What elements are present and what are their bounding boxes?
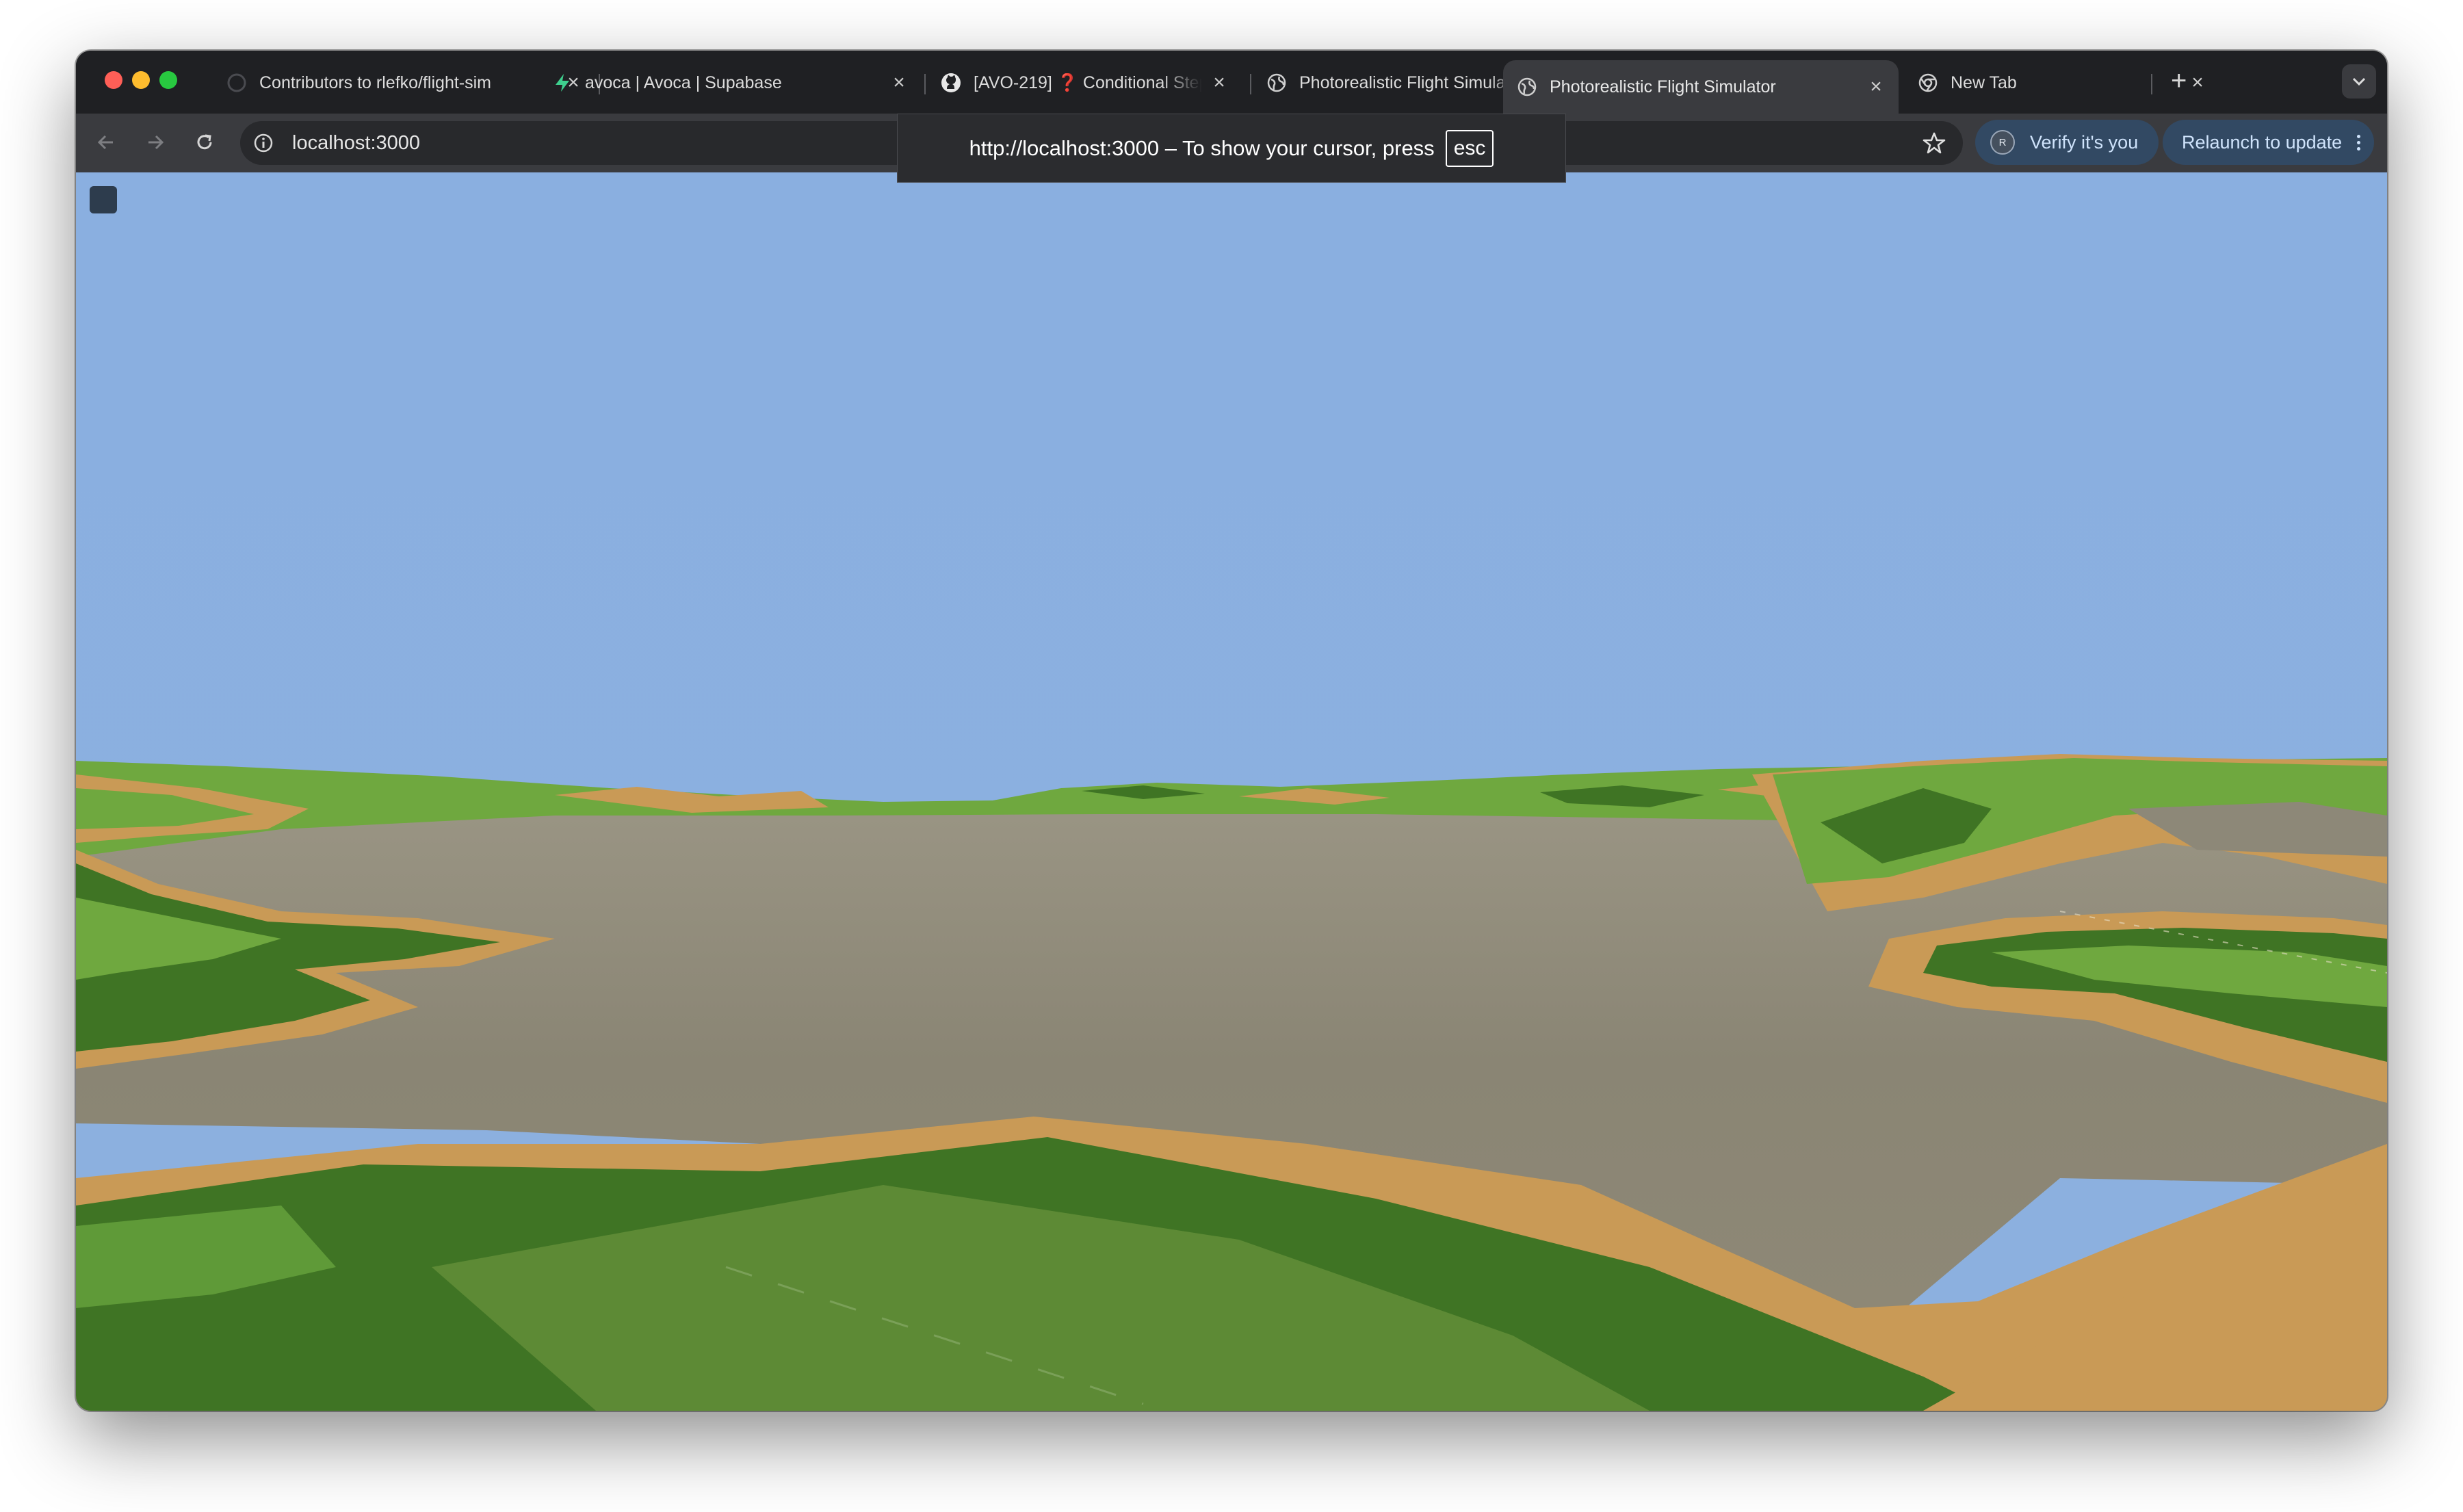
window-close-button[interactable]	[105, 71, 122, 89]
reload-button[interactable]	[190, 127, 220, 157]
globe-icon	[1266, 73, 1287, 93]
verify-label: Verify it's you	[2030, 131, 2139, 153]
tab-flight-sim-active[interactable]: Photorealistic Flight Simulator ×	[1503, 60, 1899, 114]
tab-supabase[interactable]: avoca | Avoca | Supabase ×	[538, 60, 922, 105]
terrain	[76, 754, 2387, 1411]
tab-separator	[924, 74, 926, 94]
arrow-right-icon	[148, 135, 164, 150]
browser-window: Contributors to rlefko/flight-sim × avoc…	[76, 51, 2387, 1411]
tab-close-icon[interactable]: ×	[1866, 75, 1886, 99]
tab-title: Photorealistic Flight Simulator	[1299, 73, 1526, 92]
tab-title: [AVO-219] ❓ Conditional Steps	[974, 73, 1202, 92]
bookmark-star-icon[interactable]	[1922, 131, 1946, 155]
reload-icon	[197, 134, 212, 150]
page-viewport[interactable]	[76, 172, 2387, 1411]
github-icon	[941, 73, 961, 93]
github-icon	[226, 73, 247, 93]
window-minimize-button[interactable]	[132, 71, 150, 89]
back-button[interactable]	[91, 127, 121, 157]
supabase-icon	[552, 73, 573, 93]
relaunch-label: Relaunch to update	[2182, 131, 2343, 153]
tab-search-button[interactable]	[2342, 64, 2376, 99]
tab-title: avoca | Avoca | Supabase	[585, 73, 782, 92]
tab-title: Contributors to rlefko/flight-sim	[259, 73, 492, 92]
arrow-left-icon	[97, 135, 113, 150]
new-tab-button[interactable]: +	[2171, 67, 2187, 94]
window-maximize-button[interactable]	[159, 71, 177, 89]
tab-close-icon[interactable]: ×	[889, 71, 909, 94]
chevron-down-icon	[2352, 77, 2366, 86]
tab-close-icon[interactable]: ×	[2187, 71, 2208, 94]
pointer-lock-notice: http://localhost:3000 – To show your cur…	[897, 114, 1566, 183]
notice-text: http://localhost:3000 – To show your cur…	[969, 135, 1435, 160]
tab-separator	[2151, 74, 2152, 94]
url-text[interactable]: localhost:3000	[292, 121, 420, 165]
profile-avatar: R	[1990, 130, 2015, 155]
tab-avo-219[interactable]: [AVO-219] ❓ Conditional Steps ×	[927, 60, 1242, 105]
tab-strip: Contributors to rlefko/flight-sim × avoc…	[76, 51, 2387, 114]
tab-close-icon[interactable]: ×	[1209, 71, 1229, 94]
globe-icon	[1517, 77, 1537, 97]
site-info-icon[interactable]	[252, 132, 274, 154]
more-menu-icon	[2357, 134, 2361, 151]
tab-title: Photorealistic Flight Simulator	[1550, 77, 1776, 96]
forward-button[interactable]	[140, 127, 170, 157]
flight-sim-canvas[interactable]	[76, 172, 2387, 1411]
relaunch-to-update-button[interactable]: Relaunch to update	[2163, 120, 2375, 165]
chrome-icon	[1918, 73, 1938, 93]
tab-separator	[1250, 74, 1251, 94]
verify-identity-button[interactable]: R Verify it's you	[1975, 120, 2159, 165]
hud-toggle-button[interactable]	[90, 186, 117, 213]
esc-key-badge: esc	[1445, 129, 1494, 167]
